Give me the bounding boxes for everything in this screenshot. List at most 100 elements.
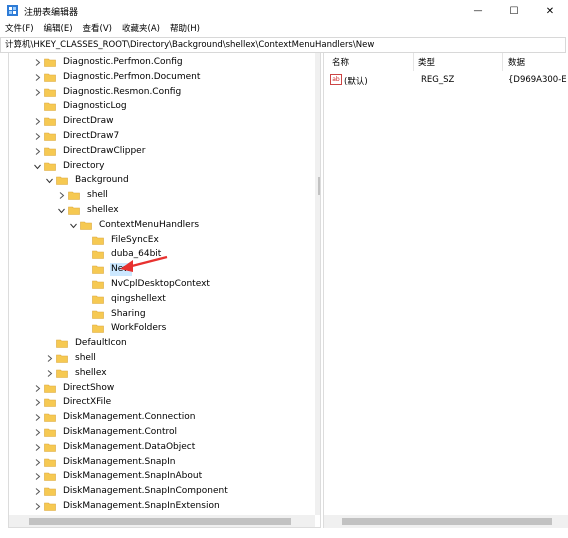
folder-icon: [92, 325, 104, 334]
tree-item[interactable]: duba_64bit: [81, 247, 162, 262]
chevron-right-icon[interactable]: [33, 398, 42, 407]
tree-item[interactable]: Diagnostic.Perfmon.Document: [33, 70, 201, 85]
chevron-right-icon[interactable]: [33, 487, 42, 496]
tree-item[interactable]: DiskManagement.SnapInAbout: [33, 469, 203, 484]
chevron-right-icon[interactable]: [33, 428, 42, 437]
folder-icon: [44, 103, 56, 112]
values-horizontal-scroll-thumb[interactable]: [342, 518, 552, 525]
tree-item[interactable]: WorkFolders: [81, 321, 167, 336]
tree-item[interactable]: DiskManagement.Control: [33, 425, 178, 440]
chevron-down-icon[interactable]: [57, 206, 66, 215]
chevron-right-icon[interactable]: [33, 132, 42, 141]
chevron-right-icon[interactable]: [33, 117, 42, 126]
tree-item[interactable]: ContextMenuHandlers: [69, 218, 200, 233]
tree-spacer: [81, 295, 90, 304]
value-row[interactable]: ab (默认) REG_SZ {D969A300-E: [324, 73, 568, 88]
column-name-header[interactable]: 名称: [332, 56, 349, 68]
chevron-right-icon[interactable]: [33, 147, 42, 156]
tree-vertical-scrollbar[interactable]: [315, 53, 320, 515]
key-tree-pane: Diagnostic.Perfmon.Config Diagnostic.Perf…: [8, 53, 321, 528]
tree-spacer: [81, 250, 90, 259]
menu-edit[interactable]: 编辑(E): [39, 22, 78, 37]
tree-item[interactable]: DiagnosticLog: [33, 99, 128, 114]
tree-item[interactable]: DiskManagement.Connection: [33, 410, 196, 425]
tree-item-label: Diagnostic.Perfmon.Document: [63, 71, 201, 82]
chevron-down-icon[interactable]: [45, 176, 54, 185]
tree-item[interactable]: DiskManagement.DataObject: [33, 440, 196, 455]
tree-item[interactable]: shell: [57, 188, 109, 203]
chevron-right-icon[interactable]: [33, 88, 42, 97]
tree-item[interactable]: DefaultIcon: [45, 336, 128, 351]
chevron-right-icon[interactable]: [33, 472, 42, 481]
column-divider[interactable]: [413, 53, 414, 71]
tree-item[interactable]: DiskManagement.SnapInComponent: [33, 484, 229, 499]
folder-icon: [44, 88, 56, 97]
tree-item[interactable]: DirectDraw: [33, 114, 114, 129]
chevron-right-icon[interactable]: [45, 354, 54, 363]
tree-item-label: DefaultIcon: [75, 338, 127, 349]
tree-item[interactable]: Diagnostic.Resmon.Config: [33, 85, 182, 100]
address-bar[interactable]: 计算机\HKEY_CLASSES_ROOT\Directory\Backgrou…: [0, 37, 566, 53]
minimize-button[interactable]: —: [460, 0, 496, 22]
chevron-right-icon[interactable]: [33, 58, 42, 67]
tree-item-label: qingshellext: [111, 293, 166, 304]
tree-item[interactable]: Sharing: [81, 307, 147, 322]
tree-item-label: DirectDraw: [63, 116, 114, 127]
tree-item[interactable]: shell: [45, 351, 97, 366]
menu-help[interactable]: 帮助(H): [165, 22, 205, 37]
tree-item[interactable]: NvCplDesktopContext: [81, 277, 211, 292]
chevron-down-icon[interactable]: [69, 221, 78, 230]
tree-item-label: DirectShow: [63, 382, 115, 393]
tree-item-label: DiskManagement.DataObject: [63, 441, 196, 452]
tree-item[interactable]: DirectShow: [33, 381, 115, 396]
tree-item[interactable]: DirectXFile: [33, 395, 112, 410]
tree-item[interactable]: qingshellext: [81, 292, 167, 307]
chevron-right-icon[interactable]: [33, 73, 42, 82]
folder-icon: [44, 384, 56, 393]
tree-horizontal-scroll-thumb[interactable]: [29, 518, 291, 525]
tree-vertical-scroll-thumb[interactable]: [318, 177, 320, 195]
tree-item-label: Sharing: [111, 308, 146, 319]
tree-item-label: Diagnostic.Perfmon.Config: [63, 57, 183, 67]
column-type-header[interactable]: 类型: [418, 56, 435, 68]
tree-item[interactable]: New: [81, 262, 132, 277]
tree-item[interactable]: DiskManagement.SnapInExtension: [33, 499, 221, 514]
chevron-right-icon[interactable]: [33, 502, 42, 511]
value-data: {D969A300-E: [508, 75, 567, 85]
tree-item[interactable]: DiskManagement.SnapIn: [33, 455, 176, 470]
tree-item[interactable]: DirectDraw7: [33, 129, 120, 144]
folder-icon: [44, 117, 56, 126]
tree-item-label: NvCplDesktopContext: [111, 279, 210, 289]
tree-item[interactable]: Background: [45, 173, 130, 188]
chevron-right-icon[interactable]: [33, 413, 42, 422]
menu-favorites[interactable]: 收藏夹(A): [117, 22, 165, 37]
folder-icon: [44, 58, 56, 67]
tree-item[interactable]: FileSyncEx: [81, 233, 160, 248]
close-button[interactable]: ✕: [532, 0, 568, 22]
tree-horizontal-scrollbar[interactable]: [9, 515, 315, 527]
column-divider[interactable]: [502, 53, 503, 71]
tree-item[interactable]: Diagnostic.Perfmon.Config: [33, 55, 184, 70]
tree-item[interactable]: shellex: [57, 203, 120, 218]
menu-view[interactable]: 查看(V): [78, 22, 117, 37]
tree-item-label: DiskManagement.SnapIn: [63, 456, 176, 467]
tree-item-label: Directory: [63, 160, 105, 171]
chevron-right-icon[interactable]: [33, 384, 42, 393]
folder-icon: [44, 413, 56, 422]
values-horizontal-scrollbar[interactable]: [324, 515, 568, 528]
chevron-right-icon[interactable]: [45, 369, 54, 378]
chevron-right-icon[interactable]: [33, 443, 42, 452]
chevron-right-icon[interactable]: [33, 458, 42, 467]
column-data-header[interactable]: 数据: [508, 56, 525, 68]
tree-item[interactable]: Directory: [33, 159, 105, 174]
tree-item[interactable]: DirectDrawClipper: [33, 144, 146, 159]
folder-icon: [44, 162, 56, 171]
tree-item-label: DirectDraw7: [63, 131, 120, 141]
tree-item-label: DiskManagement.SnapInExtension: [63, 501, 220, 511]
menu-file[interactable]: 文件(F): [0, 22, 39, 37]
tree-item[interactable]: shellex: [45, 366, 108, 381]
chevron-down-icon[interactable]: [33, 162, 42, 171]
folder-icon: [44, 399, 56, 408]
chevron-right-icon[interactable]: [57, 191, 66, 200]
maximize-button[interactable]: ☐: [496, 0, 532, 22]
